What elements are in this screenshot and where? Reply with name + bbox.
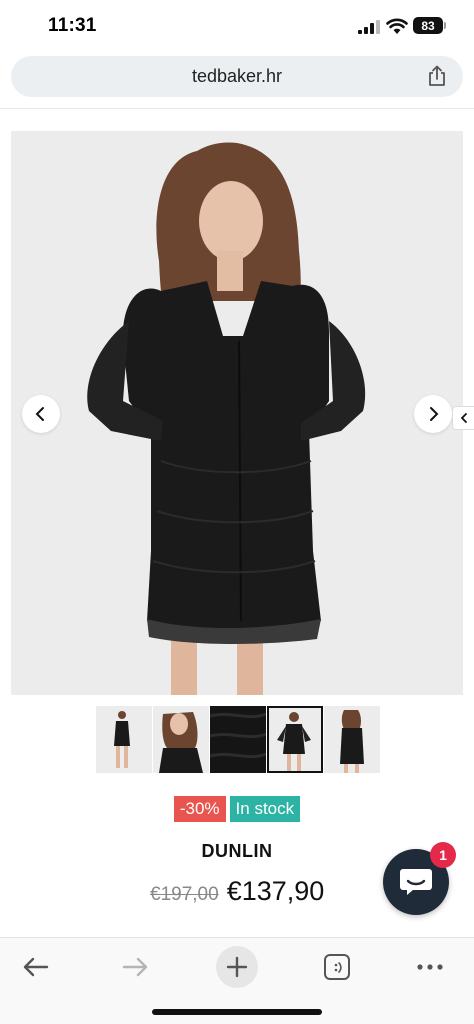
model-photo <box>11 131 463 695</box>
wifi-icon <box>386 18 408 34</box>
side-drawer-tab[interactable] <box>452 406 474 430</box>
discount-badge: -30% <box>173 796 226 822</box>
new-tab-button[interactable] <box>216 946 258 988</box>
divider <box>0 108 474 109</box>
carousel-next-button[interactable] <box>414 395 452 433</box>
battery-level: 83 <box>421 18 435 33</box>
back-arrow-icon <box>23 957 49 977</box>
tabs-icon <box>324 954 350 980</box>
share-icon[interactable] <box>427 65 447 87</box>
new-price: €137,90 <box>226 876 325 906</box>
forward-arrow-icon <box>122 957 148 977</box>
thumbnail[interactable] <box>153 706 209 773</box>
signal-icon <box>358 20 380 34</box>
chevron-left-icon <box>460 413 467 423</box>
chevron-right-icon <box>430 407 439 421</box>
thumbnail[interactable] <box>210 706 266 773</box>
more-icon <box>417 964 443 970</box>
status-time: 11:31 <box>48 15 97 36</box>
forward-button[interactable] <box>115 946 157 988</box>
tabs-button[interactable] <box>316 946 358 988</box>
plus-icon <box>226 956 248 978</box>
price-row: €197,00 €137,90 <box>150 876 324 907</box>
old-price: €197,00 <box>150 884 219 905</box>
address-bar[interactable]: tedbaker.hr <box>11 56 463 97</box>
chat-unread-badge: 1 <box>430 842 456 868</box>
chevron-left-icon <box>35 407 44 421</box>
stock-badge: In stock <box>229 796 301 822</box>
thumbnail-strip <box>96 706 380 773</box>
carousel-prev-button[interactable] <box>22 395 60 433</box>
battery-tip <box>444 22 446 29</box>
battery-icon: 83 <box>413 17 443 34</box>
status-bar: 11:31 83 <box>0 0 474 52</box>
badge-row: -30% In stock <box>0 796 474 822</box>
more-button[interactable] <box>409 946 451 988</box>
thumbnail[interactable] <box>324 706 380 773</box>
thumbnail-active[interactable] <box>267 706 323 773</box>
home-indicator <box>152 1009 322 1015</box>
thumbnail[interactable] <box>96 706 152 773</box>
url-text[interactable]: tedbaker.hr <box>11 66 463 87</box>
chat-icon <box>400 869 432 895</box>
product-image[interactable] <box>11 131 463 695</box>
back-button[interactable] <box>14 946 56 988</box>
